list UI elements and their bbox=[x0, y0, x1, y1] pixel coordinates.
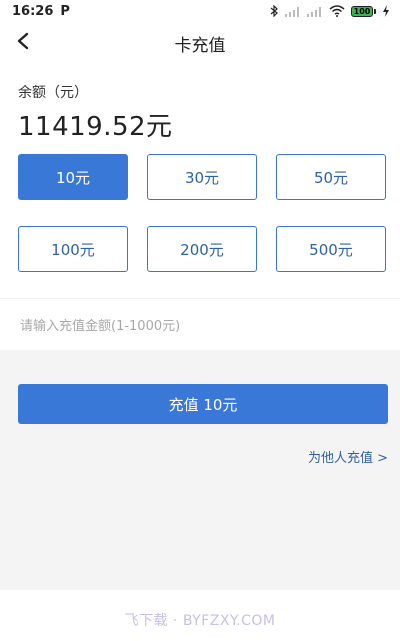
custom-amount-row bbox=[0, 298, 400, 351]
amount-option-30[interactable]: 30元 bbox=[147, 154, 257, 200]
recharge-for-others-link[interactable]: 为他人充值 > bbox=[308, 447, 388, 466]
amount-option-200[interactable]: 200元 bbox=[147, 226, 257, 272]
notification-p-icon: P bbox=[60, 3, 70, 19]
status-bar: 16:26 P 100 bbox=[0, 0, 400, 22]
chevron-left-icon bbox=[16, 32, 30, 54]
status-right: 100 bbox=[270, 5, 390, 17]
amount-option-100[interactable]: 100元 bbox=[18, 226, 128, 272]
page-title: 卡充值 bbox=[174, 35, 226, 56]
amount-option-50[interactable]: 50元 bbox=[276, 154, 386, 200]
balance-value: 11419.52元 bbox=[18, 112, 173, 142]
status-left: 16:26 P bbox=[12, 4, 70, 19]
bluetooth-icon bbox=[270, 5, 279, 17]
amount-option-10[interactable]: 10元 bbox=[18, 154, 128, 200]
signal-2-icon bbox=[307, 6, 323, 17]
watermark: 飞下载 · BYFZXY.COM bbox=[124, 613, 276, 629]
status-time: 16:26 bbox=[12, 3, 54, 19]
battery-level: 100 bbox=[351, 5, 373, 17]
balance-label: 余额（元） bbox=[18, 85, 88, 101]
custom-amount-input[interactable] bbox=[18, 311, 382, 341]
battery-icon: 100 bbox=[351, 5, 376, 17]
charging-icon bbox=[382, 5, 390, 17]
signal-icon bbox=[285, 6, 301, 17]
app-header: 卡充值 bbox=[0, 22, 400, 64]
wifi-icon bbox=[329, 5, 345, 17]
amount-option-500[interactable]: 500元 bbox=[276, 226, 386, 272]
back-button[interactable] bbox=[10, 30, 36, 56]
recharge-button[interactable]: 充值 10元 bbox=[18, 384, 388, 424]
